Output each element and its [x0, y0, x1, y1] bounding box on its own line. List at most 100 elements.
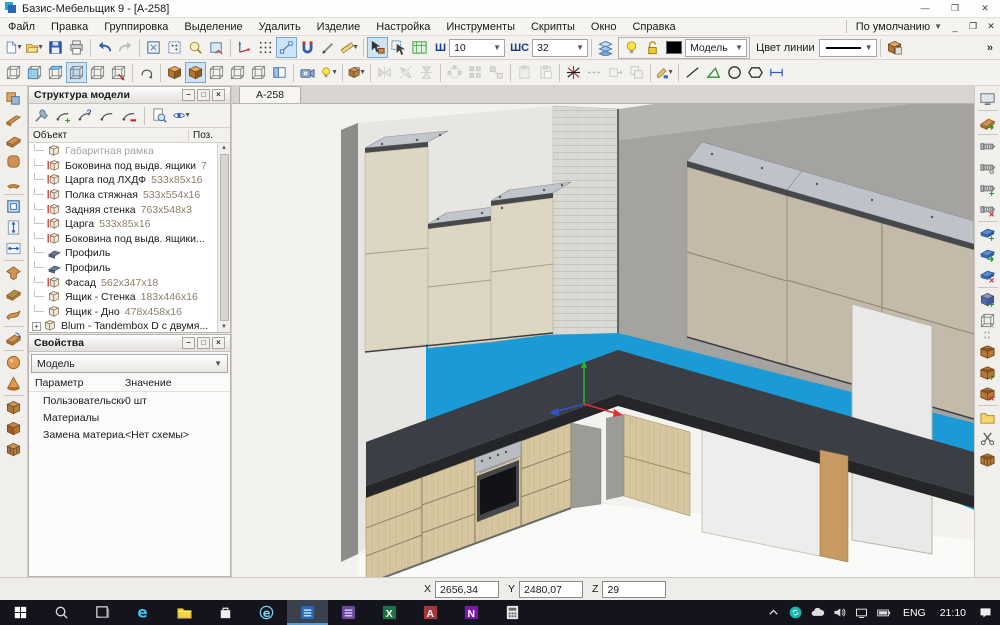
tray-chevron-up-icon[interactable] [763, 600, 785, 625]
tree-scrollbar[interactable]: ▲ ▼ [217, 143, 230, 332]
panel-split-button[interactable] [269, 62, 290, 83]
line-seg-button[interactable] [682, 62, 703, 83]
mirror-h-button[interactable] [416, 62, 437, 83]
zoom-in-button[interactable] [185, 37, 206, 58]
tray-notif-icon[interactable] [974, 600, 996, 625]
taskbar-basis2-button[interactable] [328, 600, 369, 625]
menu-скрипты[interactable]: Скрипты [523, 21, 583, 33]
tree-item[interactable]: Фасад562x347x18 [31, 275, 216, 290]
document-tab[interactable]: A-258 [239, 86, 301, 103]
pen-button[interactable] [318, 37, 339, 58]
layer-visibility-button[interactable] [621, 37, 642, 58]
taskbar-edge-button[interactable]: e [123, 600, 164, 625]
width2-combo[interactable]: 32▼ [532, 39, 588, 57]
tree-item[interactable]: Профиль [31, 261, 216, 276]
eye-button[interactable]: ▼ [171, 105, 192, 126]
structure-panel-header[interactable]: Структура модели – □ × [29, 87, 230, 104]
screw-add-button[interactable]: + [977, 178, 998, 199]
panel-minimize-button[interactable]: – [182, 89, 195, 101]
panel-minimize-button[interactable]: – [182, 337, 195, 349]
cabinet-del-button[interactable]: × [977, 383, 998, 404]
minimize-button[interactable]: — [910, 0, 940, 17]
tree-expander-icon[interactable]: + [32, 322, 41, 331]
tree-item[interactable]: Боковина под выдв. ящики7 [31, 159, 216, 174]
folder-button[interactable] [977, 407, 998, 428]
screw-gear-button[interactable] [977, 157, 998, 178]
layer-combo[interactable]: Модель▼ [685, 39, 747, 57]
trim-star-button[interactable] [563, 62, 584, 83]
camera-button[interactable] [297, 62, 318, 83]
tray-network-icon[interactable] [851, 600, 873, 625]
dim-v-button[interactable] [3, 217, 24, 238]
array-move-button[interactable] [486, 62, 507, 83]
mirror-d-button[interactable] [395, 62, 416, 83]
axes-button[interactable] [234, 37, 255, 58]
menu-файл[interactable]: Файл [0, 21, 43, 33]
tree-item[interactable]: Царга533x85x16 [31, 217, 216, 232]
drag-grip[interactable]: •••• [984, 331, 991, 341]
save-button[interactable] [45, 37, 66, 58]
wood-curve-button[interactable] [3, 304, 24, 325]
tree-item[interactable]: Полка стяжная533x554x16 [31, 188, 216, 203]
panel-export-button[interactable] [977, 112, 998, 133]
wood-grid-button[interactable] [3, 439, 24, 460]
scrollbar-thumb[interactable] [220, 154, 229, 321]
tree-item[interactable]: Профиль [31, 246, 216, 261]
cube-top-button[interactable] [45, 62, 66, 83]
taskbar-explorer-button[interactable] [164, 600, 205, 625]
panel-corner-button[interactable] [3, 88, 24, 109]
wood-box-button[interactable] [3, 418, 24, 439]
menu-изделие[interactable]: Изделие [309, 21, 369, 33]
mirror-v-button[interactable] [374, 62, 395, 83]
curve-plain-button[interactable] [97, 105, 118, 126]
cabinet-button[interactable] [977, 341, 998, 362]
screw-del-button[interactable]: × [977, 199, 998, 220]
zoom-fit-button[interactable] [143, 37, 164, 58]
tray-sync-icon[interactable] [785, 600, 807, 625]
rotate-arrow-button[interactable] [136, 62, 157, 83]
magnet-button[interactable] [297, 37, 318, 58]
column-position[interactable]: Поз. [188, 130, 226, 141]
taskbar-onenote-button[interactable]: N [451, 600, 492, 625]
scroll-up-icon[interactable]: ▲ [221, 144, 227, 152]
panel-arc-button[interactable] [3, 172, 24, 193]
taskbar-ie-button[interactable]: e [246, 600, 287, 625]
cube-wire-button[interactable] [248, 62, 269, 83]
menu-удалить[interactable]: Удалить [251, 21, 309, 33]
cube-add-button[interactable]: + [977, 289, 998, 310]
zoom-window-button[interactable] [206, 37, 227, 58]
redo-button[interactable] [115, 37, 136, 58]
menu-окно[interactable]: Окно [583, 21, 625, 33]
wood-bar-button[interactable] [3, 109, 24, 130]
select-furniture-button[interactable] [367, 37, 388, 58]
cabinet-doors-button[interactable] [977, 449, 998, 470]
cube-face-button[interactable] [24, 62, 45, 83]
scissors-button[interactable] [977, 428, 998, 449]
cabinet-add-button[interactable]: + [977, 362, 998, 383]
mdi-close-button[interactable]: ✕ [982, 21, 1000, 32]
curve-add-button[interactable]: + [53, 105, 74, 126]
paste-b-button[interactable] [535, 62, 556, 83]
solid-cube-button[interactable] [185, 62, 206, 83]
properties-panel-header[interactable]: Свойства – □ × [29, 335, 230, 352]
wood-plank-button[interactable] [3, 130, 24, 151]
tree-item[interactable]: Боковина под выдв. ящики... [31, 232, 216, 247]
wood-plate-button[interactable] [3, 397, 24, 418]
layer-lock-button[interactable] [642, 37, 663, 58]
tree-item[interactable]: Габаритная рамка [31, 144, 216, 159]
view-3d-button[interactable] [409, 37, 430, 58]
solid-cube-button[interactable] [164, 62, 185, 83]
menu-группировка[interactable]: Группировка [96, 21, 176, 33]
screw-button[interactable] [977, 136, 998, 157]
x-coordinate-input[interactable]: 2656,34 [435, 581, 499, 598]
frame-blue-button[interactable] [3, 196, 24, 217]
monitor-button[interactable] [977, 88, 998, 109]
cube-stack-button[interactable]: ▼ [346, 62, 367, 83]
scroll-down-icon[interactable]: ▼ [221, 323, 227, 331]
circle-o-button[interactable] [724, 62, 745, 83]
menu-выделение[interactable]: Выделение [176, 21, 250, 33]
tree-item[interactable]: Задняя стенка763x548x3 [31, 202, 216, 217]
taskbar-store-button[interactable] [205, 600, 246, 625]
taskbar-excel-button[interactable]: X [369, 600, 410, 625]
array-circ-button[interactable] [444, 62, 465, 83]
